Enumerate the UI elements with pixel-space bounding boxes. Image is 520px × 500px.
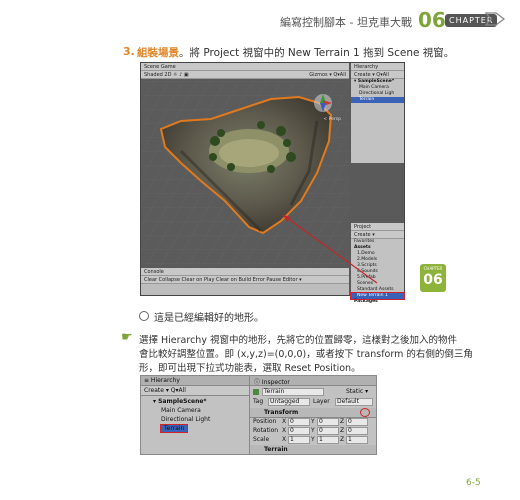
unity-editor-screenshot: Scene Game Shaded 2D ☼ ♪ ▣ Gizmos ▾ Q▾Al…: [140, 62, 405, 304]
scene-root-2[interactable]: ▾ SampleScene*: [153, 398, 207, 405]
chapter-arrow-icon: [484, 12, 506, 26]
axis-label: Y: [311, 436, 315, 443]
axis-label: X: [282, 427, 287, 434]
terrain-component-header[interactable]: Terrain: [264, 446, 288, 453]
hierarchy-panel-2: ≡ Hierarchy Create ▾ Q▾All ▾ SampleScene…: [141, 376, 250, 454]
transform-row-label: Rotation: [253, 427, 279, 434]
transform-row-label: Position: [253, 418, 277, 425]
step-text: 。將 Project 視窗中的 New Terrain 1 拖到 Scene 視…: [179, 47, 455, 59]
unity-inspector-screenshot: ≡ Hierarchy Create ▾ Q▾All ▾ SampleScene…: [140, 375, 377, 455]
checkbox-icon[interactable]: [253, 389, 259, 395]
running-header-title: 編寫控制腳本 - 坦克車大戰: [280, 16, 412, 29]
object-name-field[interactable]: Terrain: [264, 388, 284, 395]
scale-z-field[interactable]: 1: [348, 436, 352, 443]
axis-label: Z: [340, 418, 345, 425]
axis-label: Z: [340, 436, 345, 443]
layer-label: Layer: [313, 398, 330, 405]
inspector-title[interactable]: ⓘ Inspector: [254, 377, 290, 386]
chapter-number: 06: [418, 8, 446, 32]
pointing-hand-icon: ☛: [121, 330, 133, 345]
hierarchy-item-terrain-2[interactable]: Terrain: [159, 424, 189, 433]
layer-dropdown[interactable]: Default: [337, 398, 359, 405]
rotation-z-field[interactable]: 0: [348, 427, 352, 434]
chapter-badge-label: CHAPTER: [423, 266, 443, 271]
chapter-side-badge: CHAPTER 06: [420, 264, 446, 292]
note-line: 形，即可出現下拉式功能表，選取 Reset Position。: [139, 363, 361, 374]
axis-label: X: [282, 418, 287, 425]
scale-y-field[interactable]: 1: [319, 436, 323, 443]
hierarchy-create-2[interactable]: Create ▾ Q▾All: [144, 387, 186, 394]
bullet-circle-icon: [139, 311, 149, 321]
scale-x-field[interactable]: 1: [290, 436, 294, 443]
position-z-field[interactable]: 0: [348, 418, 352, 425]
page-number: 6-5: [466, 478, 481, 488]
step-instruction: 組裝場景。將 Project 視窗中的 New Terrain 1 拖到 Sce…: [137, 45, 454, 60]
figure-caption: 這是已經編輯好的地形。: [154, 313, 264, 324]
note-line: 選擇 Hierarchy 視窗中的地形，先將它的位置歸零，這樣對之後加入的物件: [139, 335, 457, 346]
project-item[interactable]: Packages: [351, 299, 404, 305]
drag-arrow: [282, 214, 378, 284]
axis-label: Y: [311, 427, 315, 434]
note-line: 會比較好調整位置。即 (x,y,z)=(0,0,0)，或者按下 transfor…: [139, 349, 473, 360]
transform-gear-icon[interactable]: [360, 408, 370, 417]
inspector-panel: ⓘ Inspector Terrain Static ▾ Tag Untagge…: [250, 376, 376, 455]
hierarchy-item-2[interactable]: Main Camera: [161, 407, 201, 414]
tag-label: Tag: [253, 398, 264, 405]
axis-label: Z: [340, 427, 345, 434]
tag-dropdown[interactable]: Untagged: [270, 398, 299, 405]
axis-label: X: [282, 436, 287, 443]
transform-header[interactable]: Transform: [264, 409, 298, 416]
hierarchy-title-2[interactable]: ≡ Hierarchy: [144, 377, 180, 384]
position-x-field[interactable]: 0: [290, 418, 294, 425]
rotation-x-field[interactable]: 0: [290, 427, 294, 434]
rotation-y-field[interactable]: 0: [319, 427, 323, 434]
position-y-field[interactable]: 0: [319, 418, 323, 425]
hierarchy-item-2[interactable]: Directional Light: [161, 416, 210, 423]
static-toggle[interactable]: Static ▾: [346, 388, 368, 395]
step-number: 3.: [123, 45, 135, 58]
chapter-badge-number: 06: [423, 272, 443, 288]
axis-label: Y: [311, 418, 315, 425]
transform-row-label: Scale: [253, 436, 270, 443]
step-keyword: 組裝場景: [137, 47, 179, 59]
